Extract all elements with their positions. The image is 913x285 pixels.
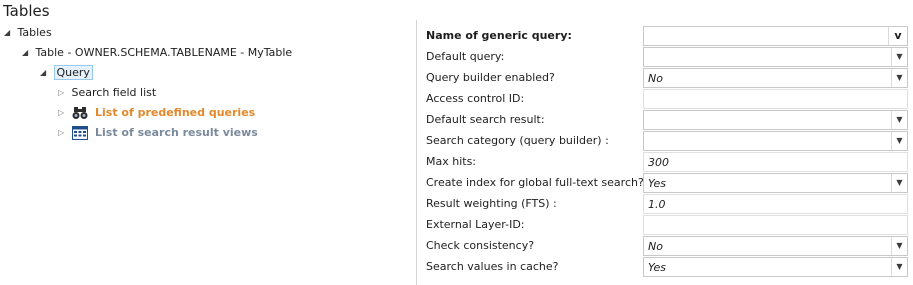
tree-node-search-field-list[interactable]: ▷ Search field list	[58, 84, 156, 102]
field-value: 300	[648, 156, 669, 169]
table-view-icon	[71, 126, 88, 140]
property-label: Default query:	[426, 50, 505, 63]
property-label: Default search result:	[426, 113, 545, 126]
binoculars-icon	[72, 106, 88, 120]
check-consistency-dropdown[interactable]: No ▼	[643, 236, 908, 256]
collapsed-triangle-icon[interactable]: ▷	[58, 104, 68, 122]
tree-node-search-result-views[interactable]: ▷ List of search result views	[58, 124, 258, 142]
tree-node-predefined-queries[interactable]: ▷ List of predefined queries	[58, 104, 255, 122]
tree-node-label: Table - OWNER.SCHEMA.TABLENAME - MyTable	[35, 46, 293, 59]
panel-divider	[416, 20, 417, 285]
property-row: Search values in cache? Yes ▼	[420, 257, 910, 278]
query-builder-enabled-dropdown[interactable]: No ▼	[643, 68, 908, 88]
result-weighting-input[interactable]: 1.0	[643, 194, 908, 214]
tree-node-label: Tables	[17, 26, 52, 39]
tree-node-label: List of predefined queries	[95, 106, 256, 119]
dropdown-arrow-icon[interactable]: ▼	[891, 258, 907, 276]
tree-node-label-selected: Query	[53, 65, 93, 80]
field-value: 1.0	[648, 198, 666, 211]
property-row: Create index for global full-text search…	[420, 173, 910, 194]
search-values-cache-dropdown[interactable]: Yes ▼	[643, 257, 908, 277]
property-row: Max hits: 300	[420, 152, 910, 173]
external-layer-id-input[interactable]	[643, 215, 908, 235]
field-value: Yes	[648, 177, 667, 190]
tree-node-label: Search field list	[71, 86, 157, 99]
collapsed-triangle-icon[interactable]: ▷	[58, 124, 68, 142]
property-row: Access control ID:	[420, 89, 910, 110]
property-label: Name of generic query:	[426, 29, 572, 42]
collapsed-triangle-icon[interactable]: ▷	[58, 84, 68, 102]
property-row: Name of generic query: v	[420, 26, 910, 47]
tree-node-query[interactable]: ◢ Query	[40, 64, 93, 82]
property-row: Check consistency? No ▼	[420, 236, 910, 257]
property-label: Check consistency?	[426, 239, 535, 252]
property-label: Max hits:	[426, 155, 477, 168]
expanded-triangle-icon[interactable]: ◢	[22, 44, 32, 62]
dropdown-arrow-icon[interactable]: ▼	[891, 174, 907, 192]
tree-node-table[interactable]: ◢ Table - OWNER.SCHEMA.TABLENAME - MyTab…	[22, 44, 292, 62]
property-label: Create index for global full-text search…	[426, 176, 644, 189]
property-label: Query builder enabled?	[426, 71, 555, 84]
dropdown-arrow-icon[interactable]: ▼	[891, 69, 907, 87]
property-label: Result weighting (FTS) :	[426, 197, 557, 210]
dropdown-arrow-icon[interactable]: ▼	[891, 111, 907, 129]
property-row: Result weighting (FTS) : 1.0	[420, 194, 910, 215]
tree-node-tables[interactable]: ◢ Tables	[4, 24, 52, 42]
field-value: No	[648, 72, 663, 85]
default-query-dropdown[interactable]: ▼	[643, 47, 908, 67]
max-hits-input[interactable]: 300	[643, 152, 908, 172]
dropdown-arrow-icon[interactable]: ▼	[891, 237, 907, 255]
v-button[interactable]: v	[888, 27, 907, 45]
query-properties-form: Name of generic query: v Default query: …	[420, 26, 910, 278]
dropdown-arrow-icon[interactable]: ▼	[891, 132, 907, 150]
search-category-dropdown[interactable]: ▼	[643, 131, 908, 151]
generic-query-name-field[interactable]: v	[643, 26, 908, 46]
property-row: Query builder enabled? No ▼	[420, 68, 910, 89]
expanded-triangle-icon[interactable]: ◢	[4, 24, 14, 42]
field-value: No	[648, 240, 663, 253]
panel-title: Tables	[3, 2, 50, 20]
fulltext-index-dropdown[interactable]: Yes ▼	[643, 173, 908, 193]
dropdown-arrow-icon[interactable]: ▼	[891, 48, 907, 66]
property-row: Default query: ▼	[420, 47, 910, 68]
property-label: Access control ID:	[426, 92, 525, 105]
property-row: Search category (query builder) : ▼	[420, 131, 910, 152]
property-label: Search category (query builder) :	[426, 134, 609, 147]
property-row: External Layer-ID:	[420, 215, 910, 236]
field-value: Yes	[648, 261, 667, 274]
property-label: Search values in cache?	[426, 260, 559, 273]
tree-node-label: List of search result views	[95, 126, 258, 139]
property-row: Default search result: ▼	[420, 110, 910, 131]
access-control-id-input[interactable]	[643, 89, 908, 109]
expanded-triangle-icon[interactable]: ◢	[40, 64, 50, 82]
property-label: External Layer-ID:	[426, 218, 525, 231]
default-search-result-dropdown[interactable]: ▼	[643, 110, 908, 130]
